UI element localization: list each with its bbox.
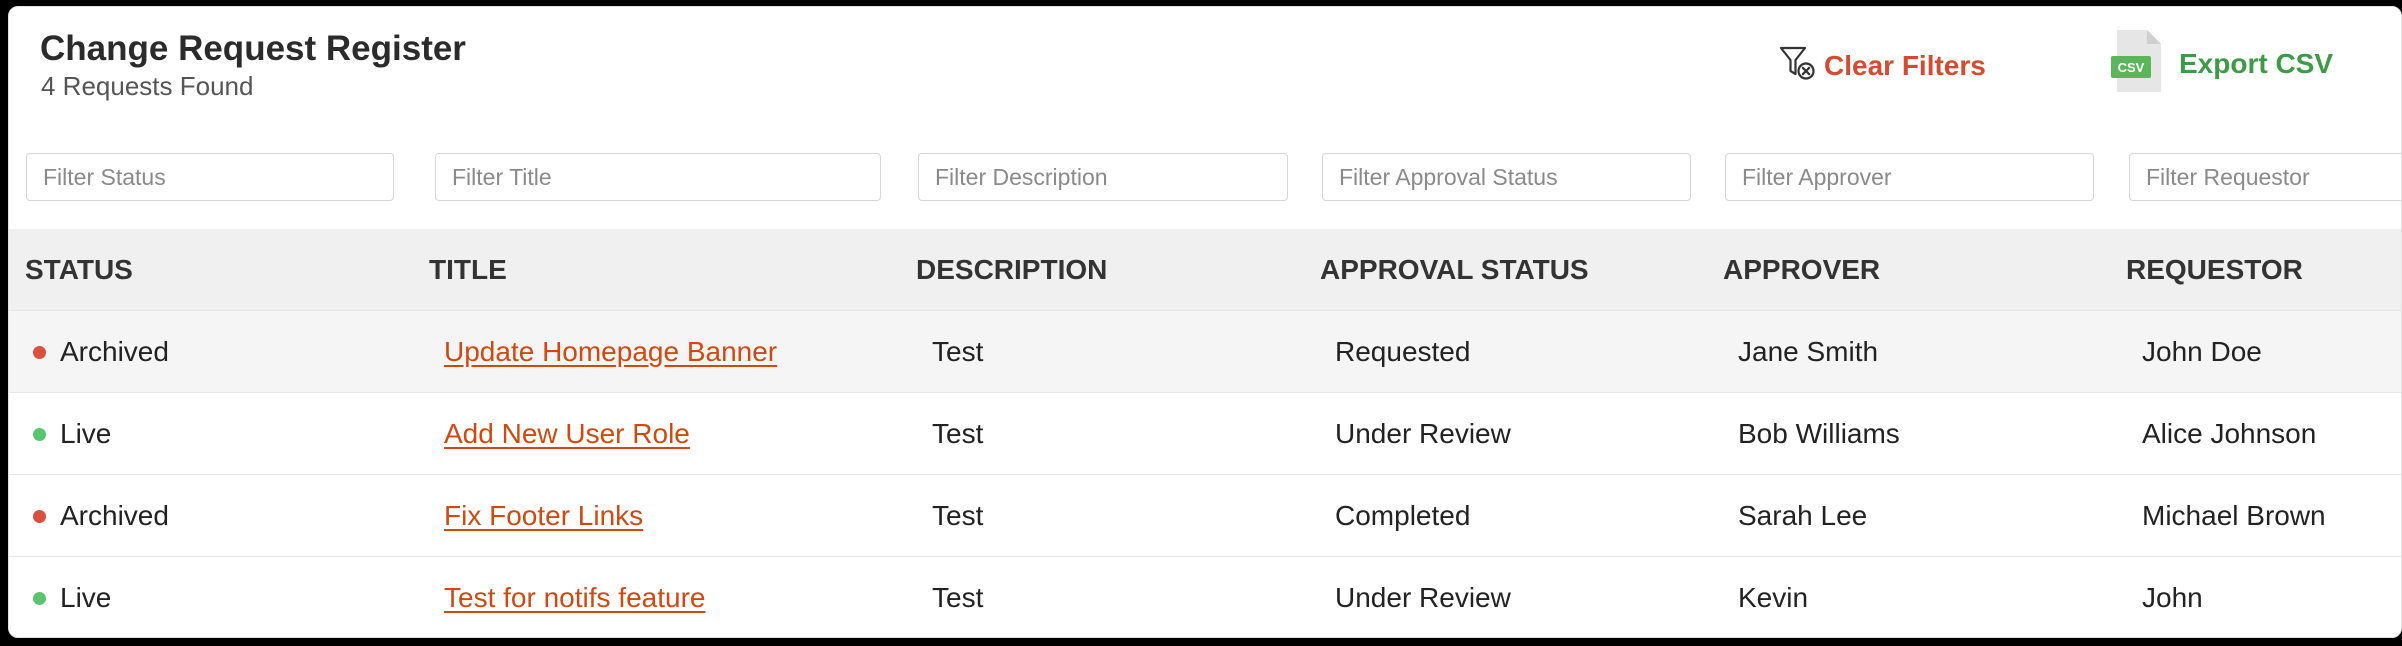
- column-header-status[interactable]: STATUS: [25, 229, 133, 311]
- change-request-card: Change Request Register 4 Requests Found…: [8, 6, 2402, 638]
- requestor-cell: Michael Brown: [2142, 500, 2326, 531]
- approver-cell: Bob Williams: [1738, 418, 1900, 449]
- status-text: Archived: [60, 500, 169, 531]
- request-title-link[interactable]: Fix Footer Links: [444, 500, 643, 531]
- approver-cell: Sarah Lee: [1738, 500, 1868, 531]
- status-dot-icon: [33, 509, 46, 523]
- table-row[interactable]: Live Test for notifs feature Test Under …: [9, 557, 2401, 637]
- status-cell: Live: [33, 393, 111, 475]
- table-header: STATUS TITLE DESCRIPTION APPROVAL STATUS…: [9, 229, 2401, 311]
- title-cell: Test for notifs feature: [444, 557, 705, 637]
- description-cell: Test: [932, 336, 984, 367]
- description-cell: Test: [932, 418, 984, 449]
- requestor-cell: John: [2142, 582, 2203, 613]
- status-text: Live: [60, 582, 112, 613]
- status-text: Archived: [60, 336, 169, 367]
- results-count: 4 Requests Found: [41, 71, 254, 101]
- card-header: Change Request Register 4 Requests Found…: [9, 7, 2401, 133]
- approver-cell: Kevin: [1738, 582, 1809, 613]
- table-body: Archived Update Homepage Banner Test Req…: [9, 311, 2401, 637]
- approval-status-cell: Requested: [1335, 336, 1471, 367]
- table-row[interactable]: Live Add New User Role Test Under Review…: [9, 393, 2401, 475]
- csv-badge-text: CSV: [2118, 60, 2145, 75]
- status-dot-icon: [33, 591, 46, 605]
- filter-approver-input[interactable]: [1725, 153, 2094, 201]
- approval-status-cell: Completed: [1335, 500, 1471, 531]
- title-cell: Fix Footer Links: [444, 475, 643, 557]
- column-header-description[interactable]: DESCRIPTION: [916, 229, 1107, 311]
- column-header-title[interactable]: TITLE: [429, 229, 507, 311]
- filter-description-input[interactable]: [918, 153, 1288, 201]
- filter-title-input[interactable]: [435, 153, 881, 201]
- status-cell: Live: [33, 557, 112, 637]
- status-text: Live: [60, 418, 112, 449]
- column-header-approval-status[interactable]: APPROVAL STATUS: [1320, 229, 1589, 311]
- status-cell: Archived: [33, 311, 169, 393]
- filter-status-input[interactable]: [26, 153, 394, 201]
- clear-filters-button[interactable]: Clear Filters: [1778, 41, 1986, 91]
- filter-approval-status-input[interactable]: [1322, 153, 1691, 201]
- approval-status-cell: Under Review: [1335, 582, 1511, 613]
- table-row[interactable]: Archived Update Homepage Banner Test Req…: [9, 311, 2401, 393]
- clear-filters-label: Clear Filters: [1824, 50, 1986, 81]
- description-cell: Test: [932, 582, 984, 613]
- filter-row: [9, 153, 2401, 209]
- request-title-link[interactable]: Update Homepage Banner: [444, 336, 777, 367]
- description-cell: Test: [932, 500, 984, 531]
- approval-status-cell: Under Review: [1335, 418, 1511, 449]
- filter-clear-icon: [1778, 43, 1818, 90]
- title-cell: Add New User Role: [444, 393, 690, 475]
- requestor-cell: John Doe: [2142, 336, 2262, 367]
- approver-cell: Jane Smith: [1738, 336, 1879, 367]
- request-title-link[interactable]: Test for notifs feature: [444, 582, 705, 613]
- status-dot-icon: [33, 345, 46, 359]
- status-dot-icon: [33, 427, 46, 441]
- column-header-requestor[interactable]: REQUESTOR: [2126, 229, 2303, 311]
- title-cell: Update Homepage Banner: [444, 311, 777, 393]
- export-csv-button[interactable]: CSV Export CSV: [2109, 27, 2333, 101]
- page-title: Change Request Register: [40, 29, 466, 68]
- csv-file-icon: CSV: [2109, 26, 2165, 103]
- request-title-link[interactable]: Add New User Role: [444, 418, 690, 449]
- table-row[interactable]: Archived Fix Footer Links Test Completed…: [9, 475, 2401, 557]
- column-header-approver[interactable]: APPROVER: [1723, 229, 1880, 311]
- status-cell: Archived: [33, 475, 169, 557]
- requestor-cell: Alice Johnson: [2142, 418, 2317, 449]
- export-csv-label: Export CSV: [2179, 48, 2334, 79]
- filter-requestor-input[interactable]: [2129, 153, 2401, 201]
